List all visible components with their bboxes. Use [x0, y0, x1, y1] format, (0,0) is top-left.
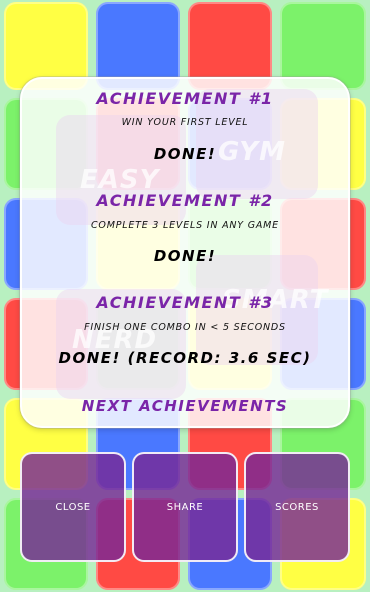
achievement-3-description: FINISH ONE COMBO IN < 5 SECONDS — [84, 322, 286, 333]
achievement-1-title: ACHIEVEMENT #1 — [96, 89, 274, 108]
achievements-dialog: EASY GYM SMART NERD ACHIEVEMENT #1 WIN Y… — [20, 77, 350, 428]
achievement-1-description: WIN YOUR FIRST LEVEL — [121, 117, 249, 128]
share-button[interactable]: SHARE — [132, 452, 238, 562]
achievement-2-title: ACHIEVEMENT #2 — [96, 191, 274, 210]
achievement-2-description: COMPLETE 3 LEVELS IN ANY GAME — [91, 220, 279, 231]
close-button[interactable]: CLOSE — [20, 452, 126, 562]
achievement-3-status: DONE! (RECORD: 3.6 SEC) — [58, 349, 312, 367]
scores-button[interactable]: SCORES — [244, 452, 350, 562]
next-achievements-link[interactable]: NEXT ACHIEVEMENTS — [22, 397, 348, 415]
achievement-2-status: DONE! — [153, 247, 217, 265]
achievement-3-title: ACHIEVEMENT #3 — [96, 293, 274, 312]
achievement-1-status: DONE! — [153, 145, 217, 163]
